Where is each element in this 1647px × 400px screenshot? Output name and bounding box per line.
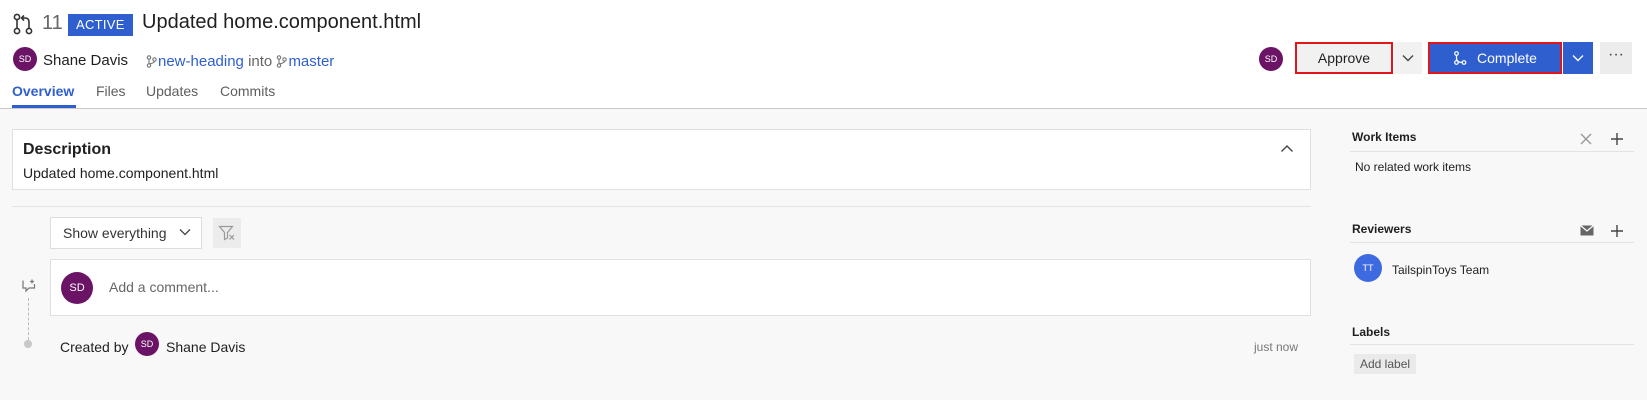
comment-input[interactable]: Add a comment... [109,279,219,295]
creator-name: Shane Davis [166,339,246,355]
new-comment-box[interactable]: SD Add a comment... [50,259,1311,316]
chevron-up-icon[interactable] [1280,144,1294,153]
labels-rule [1350,344,1634,345]
status-badge: ACTIVE [68,14,133,36]
timeline-connector [28,298,29,340]
work-items-title: Work Items [1352,130,1417,144]
comment-avatar: SD [61,272,93,304]
branch-info: new-heading into master [146,53,334,70]
author-name: Shane Davis [43,52,129,69]
creator-avatar: SD [135,332,159,356]
created-timestamp: just now [1254,340,1299,354]
description-heading: Description [23,141,112,158]
target-branch-link[interactable]: master [276,53,334,70]
pr-header: 11 ACTIVE Updated home.component.html SD… [0,0,1647,109]
work-items-rule [1350,151,1634,152]
add-label-button[interactable]: Add label [1354,354,1417,374]
reviewer-avatar: TT [1354,254,1382,282]
target-branch: master [288,53,335,70]
timeline-dot [24,340,32,348]
activity-filter-dropdown[interactable]: Show everything [50,217,202,249]
plus-icon[interactable] [1610,224,1624,238]
author-avatar: SD [13,47,37,71]
chevron-down-icon [1572,55,1584,62]
more-actions-button[interactable]: ··· [1600,42,1632,74]
filter-clear-icon [218,225,235,241]
clear-filter-button[interactable] [213,218,241,248]
plus-icon[interactable] [1610,132,1624,146]
tab-files[interactable]: Files [96,83,126,99]
description-text: Updated home.component.html [23,165,219,181]
pull-request-icon [13,13,33,35]
work-items-empty: No related work items [1355,160,1472,174]
reviewer-name[interactable]: TailspinToys Team [1392,263,1489,277]
branch-icon [146,55,157,68]
mail-icon[interactable] [1580,225,1594,236]
reviewers-title: Reviewers [1352,222,1412,236]
current-user-avatar: SD [1259,47,1283,71]
pr-title: Updated home.component.html [142,11,422,33]
approve-options-dropdown[interactable] [1394,42,1422,74]
into-text: into [248,53,273,70]
approve-button[interactable]: Approve [1295,42,1393,74]
labels-title: Labels [1352,325,1391,339]
branch-icon [277,55,288,68]
reviewers-rule [1350,242,1634,243]
complete-icon [1454,51,1467,65]
source-branch: new-heading [158,53,244,70]
section-divider [12,206,1311,207]
close-icon[interactable] [1580,133,1592,145]
created-by-label: Created by [60,339,129,355]
tab-commits[interactable]: Commits [220,83,275,99]
tab-updates[interactable]: Updates [146,83,198,99]
pr-number: 11 [42,12,63,34]
description-card: Description Updated home.component.html [12,129,1311,190]
complete-button[interactable]: Complete [1428,42,1562,74]
complete-label: Complete [1477,50,1537,66]
chevron-down-icon [1402,55,1414,62]
active-tab-indicator [12,105,76,108]
complete-options-dropdown[interactable] [1563,42,1593,74]
activity-filter-value: Show everything [63,225,167,241]
tab-overview[interactable]: Overview [12,83,74,99]
source-branch-link[interactable]: new-heading [146,53,248,70]
add-comment-icon [22,279,36,293]
chevron-down-icon [179,229,191,236]
